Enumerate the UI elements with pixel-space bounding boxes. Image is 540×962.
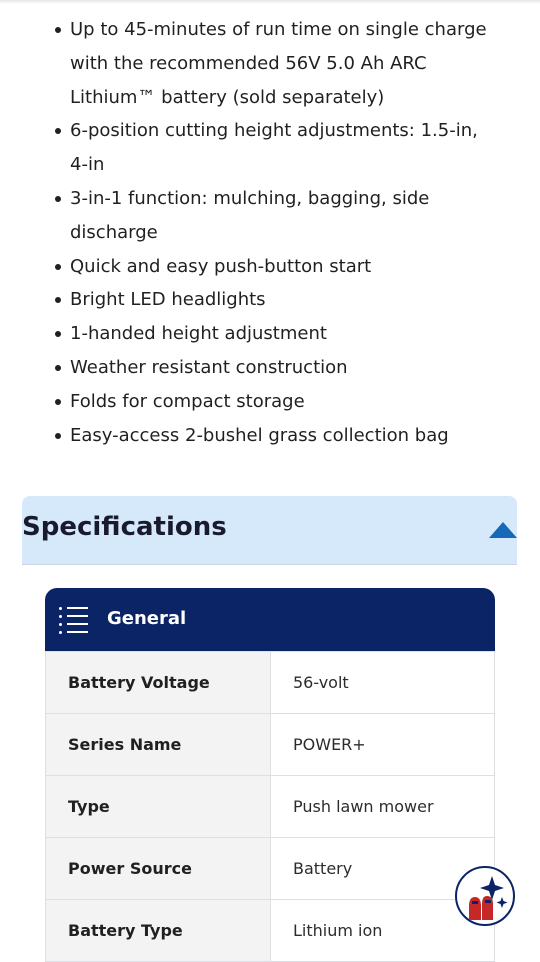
list-item: Easy-access 2-bushel grass collection ba… (55, 419, 500, 453)
list-item: 1-handed height adjustment (55, 317, 500, 351)
table-row: Battery Voltage 56-volt (45, 651, 495, 714)
table-row: Battery Type Lithium ion (45, 899, 495, 962)
top-shadow (0, 0, 540, 4)
general-section-title: General (107, 608, 187, 629)
specs-table: Battery Voltage 56-volt Series Name POWE… (45, 651, 495, 962)
specifications-accordion-header[interactable]: Specifications (22, 496, 517, 565)
caret-up-icon[interactable] (489, 522, 517, 538)
spec-value: 56-volt (270, 651, 495, 714)
spec-value: POWER+ (270, 713, 495, 776)
features-list: Up to 45-minutes of run time on single c… (55, 13, 500, 453)
list-item: Quick and easy push-button start (55, 250, 500, 284)
general-section-header: General (45, 588, 495, 651)
sparkle-assistant-icon (469, 876, 508, 920)
spec-label: Series Name (45, 713, 271, 776)
spec-label: Battery Type (45, 899, 271, 962)
table-row: Type Push lawn mower (45, 775, 495, 838)
list-icon (59, 606, 89, 636)
list-item: Folds for compact storage (55, 385, 500, 419)
assistant-button[interactable] (455, 866, 515, 926)
table-row: Power Source Battery (45, 837, 495, 900)
spec-label: Type (45, 775, 271, 838)
specs-card: General Battery Voltage 56-volt Series N… (45, 588, 495, 962)
list-item: Up to 45-minutes of run time on single c… (55, 13, 500, 114)
list-item: Weather resistant construction (55, 351, 500, 385)
spec-label: Power Source (45, 837, 271, 900)
list-item: 6-position cutting height adjustments: 1… (55, 114, 500, 182)
spec-label: Battery Voltage (45, 651, 271, 714)
table-row: Series Name POWER+ (45, 713, 495, 776)
spec-value: Push lawn mower (270, 775, 495, 838)
list-item: Bright LED headlights (55, 283, 500, 317)
list-item: 3-in-1 function: mulching, bagging, side… (55, 182, 500, 250)
specifications-title: Specifications (22, 512, 227, 542)
